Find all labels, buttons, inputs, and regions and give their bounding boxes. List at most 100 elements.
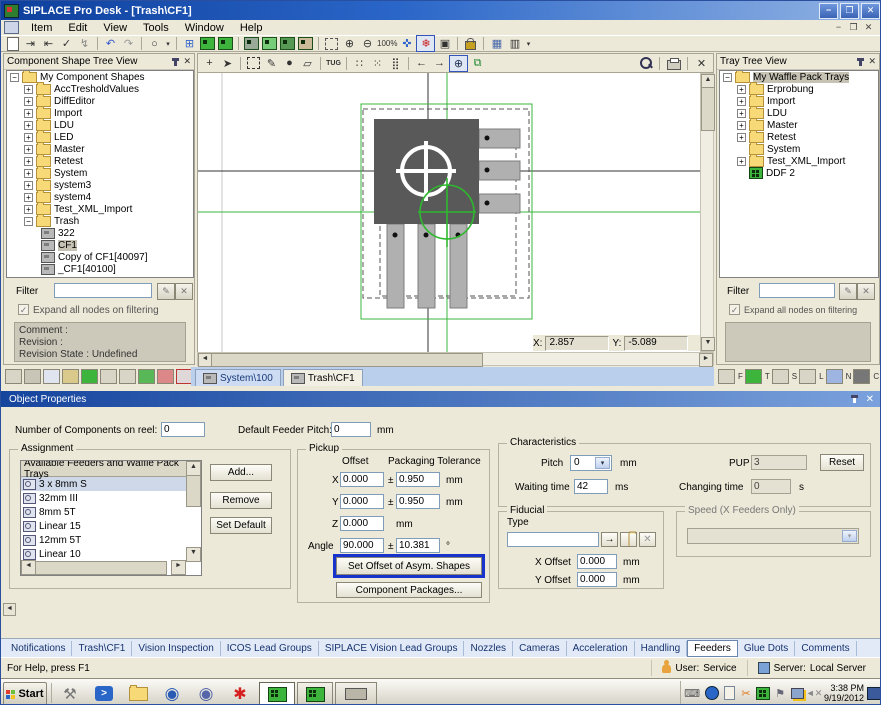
goto-previous-icon[interactable]: ⇤ [40,36,57,51]
shape-draw-icon[interactable] [261,36,278,51]
tree-item-trash[interactable]: −Trash [7,215,193,227]
tree-item-folder[interactable]: +Retest [7,155,193,167]
tree-item-root-selected[interactable]: − My Waffle Pack Trays [720,71,878,83]
display-monitor-icon[interactable] [867,687,881,700]
shape-canvas[interactable] [197,73,701,352]
tab-comments[interactable]: Comments [795,641,856,656]
canvas-horizontal-scrollbar[interactable]: ◄ ► [197,352,714,366]
grid-dense-icon[interactable]: ⣿ [387,56,404,71]
taskbar-app-machine[interactable] [335,682,377,705]
shape-tool-icon[interactable]: ○ [146,36,163,51]
lead-tool-icon[interactable]: ▱ [299,56,316,71]
expand-icon[interactable]: + [737,109,746,118]
minimize-button[interactable]: − [819,3,838,19]
tree-item-shape[interactable]: Copy of CF1[40097] [7,251,193,263]
flag-icon[interactable]: ⚑ [773,686,787,700]
expand-icon[interactable]: + [24,85,33,94]
tree-item-shape[interactable]: _CF1[40100] [7,263,193,275]
x-tolerance-input[interactable] [396,472,440,487]
siplace-tray-icon[interactable] [756,686,770,700]
scroll-left-icon[interactable]: ◄ [198,353,212,367]
feeder-list-item[interactable]: 8mm 5L [21,575,201,576]
close-properties-icon[interactable]: ✕ [866,394,874,405]
expand-icon[interactable]: + [24,157,33,166]
pencil-tool-icon[interactable]: ✎ [263,56,280,71]
properties-scroll-left-icon[interactable]: ◄ [3,603,16,616]
window-layout-icon[interactable]: ⊞ [181,36,198,51]
columns-dropdown-icon[interactable]: ▾ [524,36,532,51]
recycle-icon[interactable] [138,369,155,384]
list-scroll-thumb[interactable] [186,475,201,507]
feeder-list-item[interactable]: Linear 10 [21,547,201,561]
reset-button[interactable]: Reset [820,454,864,471]
scroll-right-icon[interactable]: ► [171,560,186,575]
collapse-icon[interactable]: − [10,73,19,82]
tree-item-root[interactable]: − My Component Shapes [7,71,193,83]
expand-nodes-checkbox[interactable]: ✓ [729,304,740,315]
menu-item[interactable]: Item [23,22,60,34]
set-default-button[interactable]: Set Default [210,517,272,534]
folder-icon[interactable] [125,683,151,704]
redo-icon[interactable]: ↷ [120,36,137,51]
menu-edit[interactable]: Edit [60,22,95,34]
expand-icon[interactable]: + [737,85,746,94]
tray-view-icon[interactable] [745,369,762,384]
refresh-icon[interactable]: ↯ [76,36,93,51]
shape-camera-icon[interactable] [279,36,296,51]
pitch-dropdown[interactable]: 0 ▾ [570,455,612,471]
tab-nozzles[interactable]: Nozzles [464,641,513,656]
set-offset-asym-shapes-button[interactable]: Set Offset of Asym. Shapes [336,557,482,575]
pin-icon[interactable] [859,58,862,66]
powershell-icon[interactable]: > [91,683,117,704]
tray-board-icon[interactable] [217,36,234,51]
expand-icon[interactable]: + [24,109,33,118]
grid-sparse-icon[interactable]: ∷ [351,56,368,71]
reel-count-input[interactable] [161,422,205,437]
taskbar-app-tray-editor[interactable] [297,682,333,705]
component-packages-button[interactable]: Component Packages... [336,582,482,598]
mdi-close-button[interactable]: ✕ [861,22,876,34]
menu-tools[interactable]: Tools [135,22,177,34]
menu-help[interactable]: Help [232,22,271,34]
tree-item-folder[interactable]: +Master [720,119,878,131]
feeder-list-header[interactable]: Available Feeders and Waffle Pack Trays [21,461,201,477]
round-app-icon[interactable]: ◉ [159,683,185,704]
tab-feeders[interactable]: Feeders [687,640,738,657]
pin-icon[interactable] [853,395,856,403]
expand-nodes-checkbox[interactable]: ✓ [18,304,29,315]
goto-next-icon[interactable]: ⇥ [22,36,39,51]
waiting-time-input[interactable] [574,479,608,494]
new-document-icon[interactable] [4,36,21,51]
zoom-100-icon[interactable]: 100% [377,36,397,51]
filter-input[interactable] [759,283,835,298]
fiducial-type-input[interactable] [507,532,599,547]
horizontal-scroll-thumb[interactable] [211,353,483,367]
center-view-icon[interactable]: ▣ [436,36,453,51]
tree-item-folder[interactable]: +system4 [7,191,193,203]
volume-muted-icon[interactable]: ◄✕ [807,686,821,700]
grid-medium-icon[interactable]: ⁙ [369,56,386,71]
tree-item-shape[interactable]: 322 [7,227,193,239]
tree-item-folder[interactable]: +Import [720,95,878,107]
board-view-icon[interactable] [81,369,98,384]
camera-body-icon[interactable] [5,369,22,384]
fiducial-y-offset-input[interactable] [577,572,617,587]
shape-import-icon[interactable] [297,36,314,51]
print-icon[interactable] [665,56,682,71]
tree-item-folder[interactable]: +LED [7,131,193,143]
tree-item-folder[interactable]: +Import [7,107,193,119]
document-tray-icon[interactable] [722,686,736,700]
close-view-icon[interactable]: ✕ [693,56,710,71]
tab-acceleration[interactable]: Acceleration [567,641,635,656]
columns-icon[interactable]: ▥ [506,36,523,51]
scroll-down-icon[interactable]: ▼ [701,337,715,351]
tab-cameras[interactable]: Cameras [513,641,567,656]
expand-icon[interactable]: + [737,97,746,106]
tab-icos-lead-groups[interactable]: ICOS Lead Groups [221,641,319,656]
menu-view[interactable]: View [95,22,135,34]
scroll-left-icon[interactable]: ◄ [21,560,36,575]
scroll-up-icon[interactable]: ▲ [186,461,201,476]
chart-view-icon[interactable] [119,369,136,384]
angle-offset-input[interactable] [340,538,384,553]
collapse-icon[interactable]: − [24,217,33,226]
